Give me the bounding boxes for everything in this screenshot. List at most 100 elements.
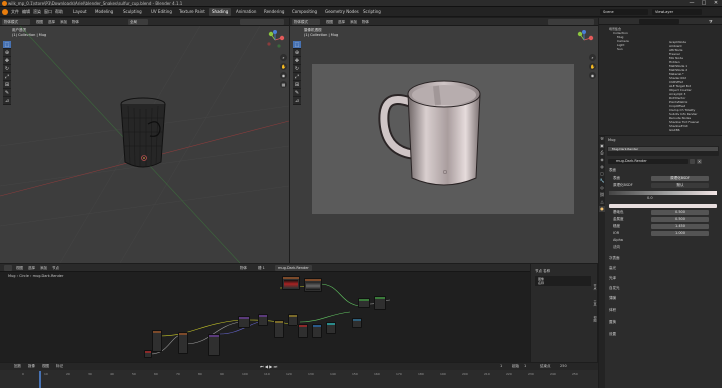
input-node[interactable] <box>298 324 308 338</box>
shading-modes[interactable] <box>240 19 284 25</box>
menu-file[interactable]: 文件 <box>11 9 19 15</box>
input-node[interactable] <box>312 324 322 338</box>
data-tab-icon[interactable]: △ <box>599 199 605 205</box>
scale-icon[interactable]: ⤢ <box>293 73 301 81</box>
cursor-icon[interactable]: ⊕ <box>293 49 301 57</box>
navigation-gizmo-right[interactable] <box>574 30 594 50</box>
menu-select-right[interactable]: 选择 <box>336 19 347 25</box>
menu-view[interactable]: 视图 <box>34 19 45 25</box>
blender-menu-icon[interactable] <box>2 9 8 15</box>
tab-animation[interactable]: Animation <box>233 8 259 16</box>
subsurface-panel[interactable]: 次表面 <box>609 256 620 261</box>
distribution-field[interactable]: 默认 <box>651 183 709 188</box>
scene-tab-icon[interactable]: ◈ <box>599 157 605 163</box>
render-tab-icon[interactable]: ▣ <box>599 143 605 149</box>
transform-icon[interactable]: ⊞ <box>293 81 301 89</box>
timeline-menu-marker[interactable]: 标记 <box>56 364 63 369</box>
perspective-toggle-icon[interactable]: ▦ <box>280 81 287 88</box>
shader-node-editor[interactable]: 视图 选择 添加 节点 物体 槽 1 mug.Dark.Render Mug ›… <box>0 264 530 362</box>
material-slot-item[interactable]: Mug.Dark.Render <box>608 147 718 151</box>
settings-panel[interactable]: 设置 <box>609 332 616 337</box>
menu-add-right[interactable]: 添加 <box>348 19 359 25</box>
tab-rendering[interactable]: Rendering <box>261 8 287 16</box>
constraint-tab-icon[interactable]: ⛓ <box>599 192 605 198</box>
menu-edit[interactable]: 编辑 <box>22 9 30 15</box>
tab-texture-paint[interactable]: Texture Paint <box>176 8 208 16</box>
camera-view-icon[interactable]: ◉ <box>589 72 596 79</box>
texture-node[interactable] <box>178 332 188 354</box>
sidebar-tab-view[interactable]: 视图 <box>593 316 597 322</box>
start-frame-field[interactable]: 1 <box>524 364 526 368</box>
tab-compositing[interactable]: Compositing <box>289 8 320 16</box>
zoom-icon[interactable]: ⌕ <box>280 54 287 61</box>
mug-render[interactable] <box>376 74 488 196</box>
sidebar-tab-node[interactable]: 节点 <box>593 284 597 290</box>
image-texture-node[interactable] <box>282 276 300 290</box>
roughness-field[interactable]: 1.450 <box>651 224 709 229</box>
displacement-panel[interactable]: 置换 <box>609 320 616 325</box>
metallic-field[interactable]: 0.500 <box>651 217 709 222</box>
tab-uv-editing[interactable]: UV Editing <box>148 8 175 16</box>
modifier-tab-icon[interactable]: 🔧 <box>599 178 605 184</box>
end-frame-field[interactable]: 250 <box>560 364 567 368</box>
sidebar-list[interactable]: 图像 名称 <box>535 276 591 286</box>
menu-render[interactable]: 渲染 <box>33 9 41 15</box>
menu-select[interactable]: 选择 <box>46 19 57 25</box>
vector-node[interactable] <box>258 314 268 326</box>
tab-modeling[interactable]: Modeling <box>92 8 116 16</box>
coord-node[interactable] <box>144 350 152 358</box>
playhead[interactable] <box>39 371 41 388</box>
surface-section-header[interactable]: 表面 <box>609 168 616 173</box>
output-tab-icon[interactable]: ⎙ <box>599 150 605 156</box>
timeline-menu-playback[interactable]: 回放 <box>14 364 21 369</box>
image-texture-node[interactable] <box>304 278 322 292</box>
texture-node[interactable] <box>152 330 162 352</box>
menu-object-right[interactable]: 物体 <box>360 19 371 25</box>
tab-layout[interactable]: Layout <box>70 8 90 16</box>
material-name-field[interactable]: mug.Dark.Render <box>608 159 688 164</box>
outliner-search-input[interactable] <box>639 19 679 24</box>
measure-icon[interactable]: ⊿ <box>293 97 301 105</box>
input-node[interactable] <box>326 322 336 334</box>
menu-view-right[interactable]: 视图 <box>324 19 335 25</box>
sidebar-tab-tool[interactable]: 工具 <box>593 300 597 306</box>
pan-icon[interactable]: ✋ <box>589 63 596 70</box>
viewport-left[interactable]: 物体模式 视图 选择 添加 物体 全局 用户透视 (1) Collection … <box>0 18 289 263</box>
base-color-field[interactable]: 0.500 <box>651 210 709 215</box>
close-button[interactable]: ✕ <box>710 0 722 7</box>
base-color-swatch[interactable] <box>609 204 717 208</box>
vector-node[interactable] <box>238 316 250 328</box>
annotate-icon[interactable]: ✎ <box>293 89 301 97</box>
shading-modes-right[interactable] <box>548 19 594 25</box>
sidebar-item[interactable]: 名称 <box>538 281 591 285</box>
list-item[interactable]: GGX86 <box>669 128 719 132</box>
camera-view-icon[interactable]: ◉ <box>280 72 287 79</box>
view-layer-selector[interactable]: ViewLayer <box>652 9 702 15</box>
remove-material-button[interactable]: ✕ <box>697 159 702 164</box>
maximize-button[interactable]: □ <box>698 0 710 7</box>
menu-add[interactable]: 添加 <box>58 19 69 25</box>
color-node[interactable] <box>274 320 284 338</box>
tab-sculpting[interactable]: Sculpting <box>120 8 145 16</box>
tool-tab-icon[interactable]: ⚒ <box>599 136 605 142</box>
thin-film-panel[interactable]: 薄膜 <box>609 296 616 301</box>
navigation-gizmo[interactable] <box>265 30 285 50</box>
move-icon[interactable]: ✥ <box>293 57 301 65</box>
physics-tab-icon[interactable]: ◎ <box>599 185 605 191</box>
filter-icon[interactable]: ⧩ <box>709 19 713 24</box>
mug-wireframe[interactable] <box>118 96 178 176</box>
zoom-icon[interactable]: ⌕ <box>589 54 596 61</box>
tab-scripting[interactable]: Scripting <box>360 8 384 16</box>
mode-selector[interactable]: 物体模式 <box>2 19 30 25</box>
material-slot-list[interactable]: Mug.Dark.Render <box>607 146 719 156</box>
new-material-button[interactable] <box>690 159 695 164</box>
material-tab-icon[interactable]: ● <box>599 206 605 212</box>
menu-object[interactable]: 物体 <box>70 19 81 25</box>
world-tab-icon[interactable]: ◍ <box>599 164 605 170</box>
pan-icon[interactable]: ✋ <box>280 63 287 70</box>
surface-shader-field[interactable]: 原理化BSDF <box>651 176 709 181</box>
color-node[interactable] <box>288 314 298 326</box>
current-frame-field[interactable]: 1 <box>500 364 502 368</box>
timeline-menu-view[interactable]: 视图 <box>42 364 49 369</box>
transform-orientation[interactable]: 全局 <box>128 19 148 25</box>
